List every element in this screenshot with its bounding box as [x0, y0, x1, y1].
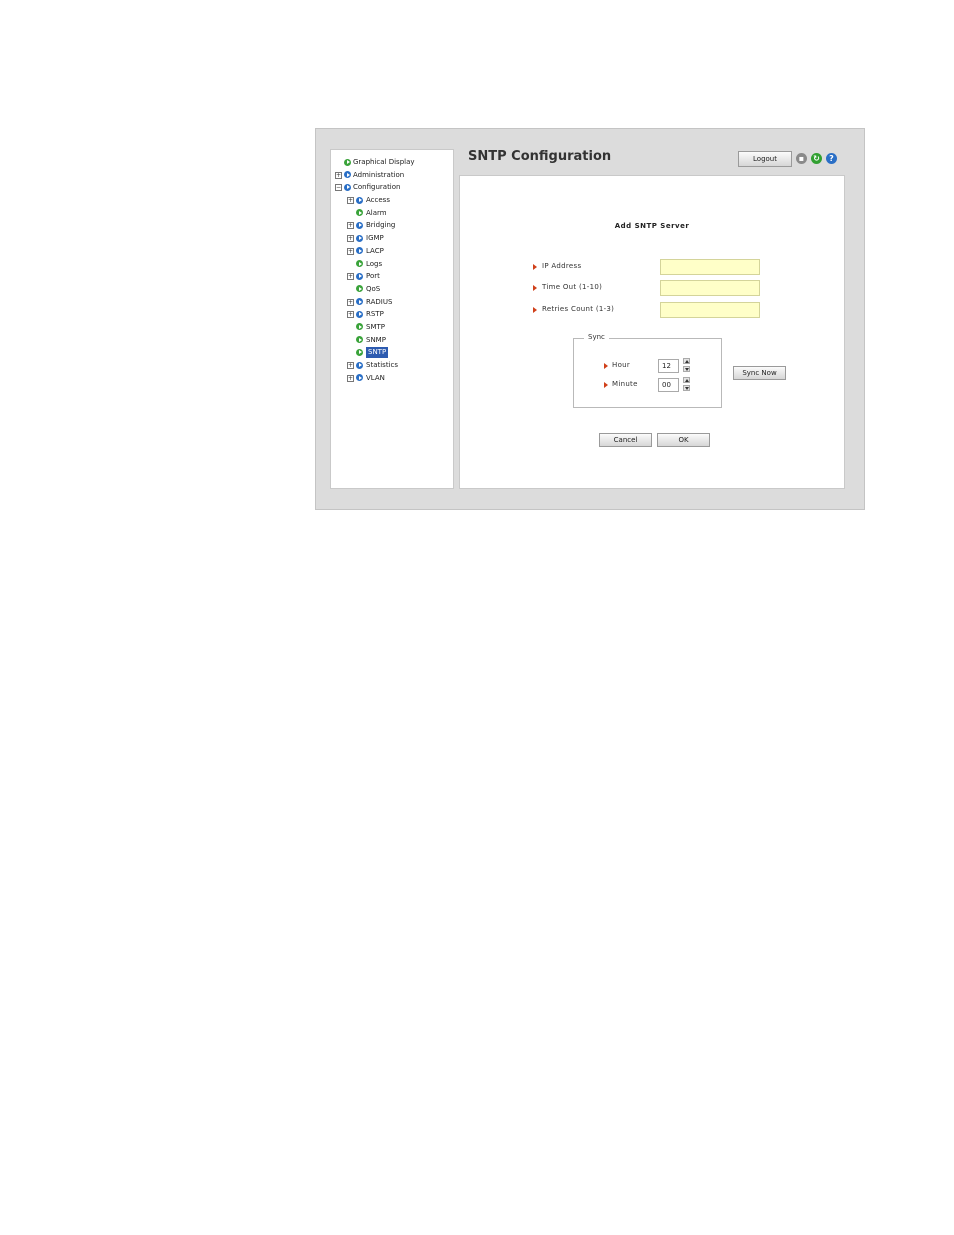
minute-label: Minute: [612, 380, 638, 388]
nav-item-label: Access: [366, 196, 390, 205]
nav-item-label: Statistics: [366, 361, 398, 369]
arrow-circle-icon: [356, 260, 363, 267]
field-arrow-icon: [533, 307, 537, 313]
field-arrow-icon: [533, 285, 537, 291]
ok-button[interactable]: OK: [657, 433, 710, 447]
cancel-button[interactable]: Cancel: [599, 433, 652, 447]
nav-item-label: SNMP: [366, 335, 386, 344]
field-arrow-icon: [533, 264, 537, 270]
page-title: SNTP Configuration: [468, 149, 612, 164]
nav-item-snmp[interactable]: SNMP: [331, 334, 453, 347]
arrow-circle-icon: [356, 323, 363, 331]
field-arrow-icon: [604, 382, 608, 388]
expand-icon[interactable]: +: [347, 362, 354, 369]
nav-item-qos[interactable]: QoS: [331, 283, 453, 296]
nav-item-statistics[interactable]: + Statistics: [331, 359, 453, 372]
expand-icon[interactable]: +: [347, 273, 354, 281]
nav-item-label: Administration: [353, 170, 405, 179]
hour-decrement-button[interactable]: [683, 366, 690, 372]
retries-count-label: Retries Count (1-3): [542, 305, 615, 313]
nav-item-alarm[interactable]: Alarm: [331, 207, 453, 220]
field-arrow-icon: [604, 363, 608, 369]
expand-icon[interactable]: +: [347, 374, 354, 382]
nav-item-radius[interactable]: + RADIUS: [331, 296, 453, 309]
print-icon[interactable]: ▪: [796, 153, 807, 164]
ip-address-label: IP Address: [542, 262, 582, 270]
nav-item-label: LACP: [366, 246, 384, 255]
nav-item-label: IGMP: [366, 234, 384, 243]
arrow-circle-icon: [356, 336, 363, 344]
nav-item-label: RADIUS: [366, 297, 393, 306]
nav-item-bridging[interactable]: + Bridging: [331, 219, 453, 232]
sync-now-button[interactable]: Sync Now: [733, 366, 786, 380]
nav-item-administration[interactable]: + Administration: [331, 169, 453, 182]
nav-item-label: SMTP: [366, 322, 385, 331]
arrow-circle-icon: [356, 348, 363, 356]
arrow-circle-icon: [356, 374, 363, 382]
timeout-label: Time Out (1-10): [542, 283, 603, 291]
expand-icon[interactable]: +: [347, 298, 354, 306]
nav-item-label: Bridging: [366, 221, 396, 230]
form-title: Add SNTP Server: [614, 222, 690, 230]
app-frame: Graphical Display + Administration − Con…: [315, 128, 865, 510]
nav-item-label-selected: SNTP: [366, 347, 389, 359]
expand-icon[interactable]: +: [347, 235, 354, 243]
nav-item-sntp[interactable]: SNTP: [331, 346, 453, 359]
collapse-icon[interactable]: −: [335, 184, 342, 192]
sync-legend: Sync: [584, 333, 609, 341]
hour-input[interactable]: 12: [658, 359, 679, 373]
nav-item-logs[interactable]: Logs: [331, 258, 453, 271]
retries-count-input[interactable]: [660, 302, 760, 318]
arrow-circle-icon: [356, 298, 363, 306]
nav-item-label: VLAN: [366, 373, 385, 382]
nav-item-vlan[interactable]: + VLAN: [331, 372, 453, 385]
expand-icon[interactable]: +: [347, 247, 354, 255]
nav-item-graphical-display[interactable]: Graphical Display: [331, 156, 453, 169]
hour-increment-button[interactable]: [683, 358, 690, 364]
arrow-circle-icon: [344, 158, 351, 166]
arrow-circle-icon: [356, 272, 363, 280]
nav-item-label: Graphical Display: [353, 158, 415, 166]
nav-item-access[interactable]: + Access: [331, 194, 453, 207]
refresh-icon[interactable]: ↻: [811, 153, 822, 164]
arrow-circle-icon: [344, 183, 351, 191]
minute-increment-button[interactable]: [683, 377, 690, 383]
timeout-input[interactable]: [660, 280, 760, 296]
arrow-circle-icon: [356, 310, 363, 318]
nav-item-label: QoS: [366, 284, 381, 293]
arrow-circle-icon: [356, 221, 363, 229]
sync-group: Sync Hour 12 Minute 00: [573, 333, 722, 408]
arrow-circle-icon: [356, 285, 363, 293]
expand-icon[interactable]: +: [347, 222, 354, 230]
minute-decrement-button[interactable]: [683, 385, 690, 391]
hour-label: Hour: [612, 361, 631, 369]
arrow-circle-icon: [356, 234, 363, 242]
logout-button[interactable]: Logout: [738, 151, 792, 167]
nav-item-label: Configuration: [353, 183, 401, 192]
nav-item-igmp[interactable]: + IGMP: [331, 232, 453, 245]
navigation-tree: Graphical Display + Administration − Con…: [330, 149, 454, 489]
nav-item-label: Logs: [366, 259, 383, 268]
nav-item-configuration[interactable]: − Configuration: [331, 181, 453, 194]
arrow-circle-icon: [356, 209, 363, 217]
nav-item-rstp[interactable]: + RSTP: [331, 308, 453, 321]
nav-item-label: Port: [366, 272, 380, 281]
arrow-circle-icon: [356, 196, 363, 204]
help-icon[interactable]: ?: [826, 153, 837, 164]
nav-item-port[interactable]: + Port: [331, 270, 453, 283]
ip-address-input[interactable]: [660, 259, 760, 275]
arrow-circle-icon: [356, 247, 363, 255]
expand-icon[interactable]: +: [347, 311, 354, 319]
nav-item-label: Alarm: [366, 208, 387, 217]
arrow-circle-icon: [356, 361, 363, 369]
nav-item-label: RSTP: [366, 310, 384, 319]
expand-icon[interactable]: +: [347, 197, 354, 205]
nav-item-smtp[interactable]: SMTP: [331, 321, 453, 334]
nav-item-lacp[interactable]: + LACP: [331, 245, 453, 258]
minute-input[interactable]: 00: [658, 378, 679, 392]
content-panel: Add SNTP Server IP Address Time Out (1-1…: [459, 175, 845, 489]
expand-icon[interactable]: +: [335, 171, 342, 179]
arrow-circle-icon: [344, 171, 351, 179]
